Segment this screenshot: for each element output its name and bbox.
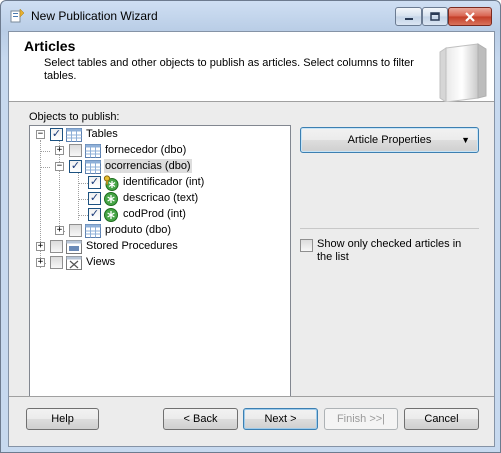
tree-label: Views	[86, 256, 116, 268]
tree-node-stored-procedures[interactable]: + ✓ Stored Procedures	[30, 239, 290, 255]
cancel-label: Cancel	[424, 413, 459, 425]
page-header: Articles Select tables and other objects…	[9, 32, 494, 102]
column-icon	[104, 208, 118, 222]
tree-label: descricao (text)	[123, 192, 199, 204]
table-icon	[85, 160, 101, 174]
objects-tree[interactable]: − ✓ Tables + ✓ fornecedor (	[29, 125, 291, 409]
article-properties-button[interactable]: Article Properties ▼	[300, 127, 479, 153]
wizard-app-icon	[10, 8, 25, 23]
codprod-checkbox[interactable]: ✓	[88, 208, 101, 221]
view-icon	[66, 256, 82, 270]
column-icon	[104, 192, 118, 206]
stored-procedures-checkbox[interactable]: ✓	[50, 240, 63, 253]
finish-label: Finish >>|	[336, 413, 386, 425]
table-icon	[85, 144, 101, 158]
ocorrencias-checkbox[interactable]: ✓	[69, 160, 82, 173]
tree-label: produto (dbo)	[105, 224, 172, 236]
tree-node-descricao[interactable]: ✓ descricao (text)	[30, 191, 290, 207]
tree-node-tables[interactable]: − ✓ Tables	[30, 127, 290, 143]
table-icon	[85, 224, 101, 238]
close-icon	[465, 11, 475, 22]
help-label: Help	[51, 413, 74, 425]
maximize-icon	[430, 12, 440, 21]
views-checkbox[interactable]: ✓	[50, 256, 63, 269]
tree-connector	[78, 199, 88, 200]
back-button[interactable]: < Back	[163, 408, 238, 430]
expand-icon[interactable]: +	[36, 242, 45, 251]
produto-checkbox[interactable]: ✓	[69, 224, 82, 237]
wizard-content: Articles Select tables and other objects…	[8, 31, 495, 447]
show-only-checked-label: Show only checked articles in the list	[317, 238, 462, 263]
objects-to-publish-label: Objects to publish:	[29, 111, 120, 123]
tree-node-identificador[interactable]: ✓ identificador (int)	[30, 175, 290, 191]
tables-checkbox[interactable]: ✓	[50, 128, 63, 141]
tree-connector	[78, 215, 88, 216]
tree-label: ocorrencias (dbo)	[104, 159, 192, 173]
next-button[interactable]: Next >	[243, 408, 318, 430]
table-folder-icon	[66, 128, 82, 142]
tree-node-produto[interactable]: + ✓ produto (dbo)	[30, 223, 290, 239]
tree-label: Tables	[86, 128, 118, 140]
tree-label: identificador (int)	[123, 176, 205, 188]
collapse-icon[interactable]: −	[55, 162, 64, 171]
expand-icon[interactable]: +	[55, 146, 64, 155]
descricao-checkbox[interactable]: ✓	[88, 192, 101, 205]
tree-label: codProd (int)	[123, 208, 186, 220]
tree-label: fornecedor (dbo)	[105, 144, 187, 156]
expand-icon[interactable]: +	[55, 226, 64, 235]
minimize-button[interactable]	[395, 7, 422, 26]
footer-bar: Help < Back Next > Finish >>| Cancel	[9, 397, 494, 446]
dropdown-arrow-icon: ▼	[461, 135, 470, 145]
tree-node-ocorrencias[interactable]: − ✓ ocorrencias (dbo)	[30, 159, 290, 175]
identificador-checkbox[interactable]: ✓	[88, 176, 101, 189]
page-title: Articles	[24, 38, 76, 54]
cancel-button[interactable]: Cancel	[404, 408, 479, 430]
article-properties-label: Article Properties	[347, 134, 432, 146]
minimize-icon	[404, 17, 413, 20]
tree-connector	[78, 183, 88, 184]
primary-key-column-icon	[103, 175, 119, 191]
maximize-button[interactable]	[422, 7, 448, 26]
close-button[interactable]	[448, 7, 492, 26]
window-title: New Publication Wizard	[31, 9, 158, 23]
page-description: Select tables and other objects to publi…	[44, 57, 414, 82]
tree-label: Stored Procedures	[86, 240, 178, 252]
stored-procedure-icon	[66, 240, 82, 254]
fornecedor-checkbox[interactable]: ✓	[69, 144, 82, 157]
tree-connector	[40, 167, 50, 168]
tree-node-views[interactable]: + ✓ Views	[30, 255, 290, 271]
back-label: < Back	[183, 413, 218, 425]
collapse-icon[interactable]: −	[36, 130, 45, 139]
publication-graphic-icon	[439, 43, 487, 102]
divider	[300, 228, 479, 229]
wizard-window: New Publication Wizard Articles Select t…	[0, 0, 501, 453]
finish-button[interactable]: Finish >>|	[324, 408, 398, 430]
tree-node-fornecedor[interactable]: + ✓ fornecedor (dbo)	[30, 143, 290, 159]
tree-node-codprod[interactable]: ✓ codProd (int)	[30, 207, 290, 223]
help-button[interactable]: Help	[26, 408, 99, 430]
tree-connector	[40, 151, 50, 152]
expand-icon[interactable]: +	[36, 258, 45, 267]
show-only-checked-checkbox[interactable]: ✓	[300, 239, 313, 252]
next-label: Next >	[264, 413, 297, 425]
title-bar[interactable]: New Publication Wizard	[1, 1, 500, 31]
